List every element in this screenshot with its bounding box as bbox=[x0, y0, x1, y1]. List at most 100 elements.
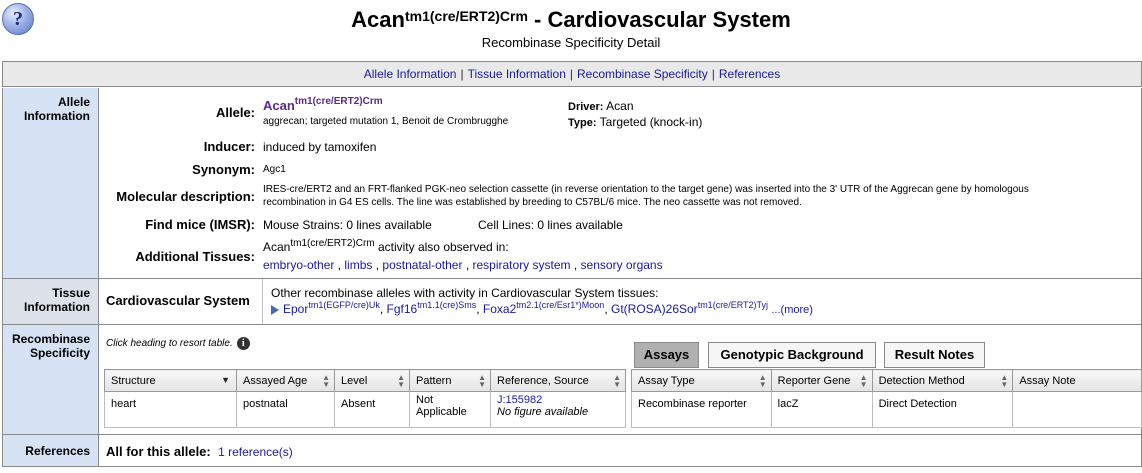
other-allele-fgf16[interactable]: Fgf16tm1.1(cre)Sms bbox=[387, 300, 477, 316]
allele-section-label: Allele Information bbox=[3, 88, 99, 278]
synonym-label: Synonym: bbox=[192, 162, 255, 177]
allele-value: Acantm1(cre/ERT2)Crm bbox=[263, 96, 383, 113]
type-row: Type: Targeted (knock-in) bbox=[568, 115, 702, 129]
cell-level: Absent bbox=[334, 391, 410, 428]
tab-result-notes[interactable]: Result Notes bbox=[884, 342, 985, 368]
page-subtitle: Recombinase Specificity Detail bbox=[481, 35, 661, 50]
recombinase-section-label: Recombinase Specificity bbox=[3, 325, 99, 434]
col-pattern[interactable]: Pattern ▲ ▼ bbox=[409, 369, 491, 392]
more-link[interactable]: ...(more) bbox=[771, 304, 813, 316]
sort-icon: ▲ ▼ bbox=[478, 373, 486, 389]
sort-icon: ▲ ▼ bbox=[397, 373, 405, 389]
col-assayed-age[interactable]: Assayed Age ▲ ▼ bbox=[236, 369, 335, 392]
col-assay-note[interactable]: Assay Note bbox=[1012, 369, 1142, 392]
col-assay-type[interactable]: Assay Type ▲ ▼ bbox=[631, 369, 772, 392]
nav-tissue-information[interactable]: Tissue Information bbox=[468, 67, 566, 81]
tissue-link-embryo-other[interactable]: embryo-other bbox=[263, 258, 334, 272]
inducer-value: induced by tamoxifen bbox=[263, 140, 377, 154]
cell-pattern: Not Applicable bbox=[409, 391, 491, 428]
cell-reference: J:155982 No figure available bbox=[490, 391, 626, 428]
col-level[interactable]: Level ▲ ▼ bbox=[334, 369, 410, 392]
nav-recombinase-specificity[interactable]: Recombinase Specificity bbox=[577, 67, 708, 81]
tissue-link-sensory-organs[interactable]: sensory organs bbox=[581, 258, 663, 272]
driver-row: Driver: Acan bbox=[568, 99, 634, 113]
molecular-description-label: Molecular description: bbox=[116, 189, 255, 204]
other-allele-epor[interactable]: Eportm1(EGFP/cre)Uk bbox=[283, 300, 380, 316]
tab-genotypic-background[interactable]: Genotypic Background bbox=[708, 342, 876, 368]
synonym-value: Agc1 bbox=[263, 164, 286, 175]
cell-detection-method: Direct Detection bbox=[871, 391, 1014, 428]
driver-value: Acan bbox=[606, 99, 634, 113]
allele-symbol[interactable]: Acantm1(cre/ERT2)Crm bbox=[263, 96, 383, 113]
find-mice-label: Find mice (IMSR): bbox=[145, 217, 255, 232]
mouse-strains[interactable]: Mouse Strains: 0 lines available bbox=[263, 218, 432, 232]
col-detection-method[interactable]: Detection Method ▲ ▼ bbox=[871, 369, 1014, 392]
tissue-section: Tissue Information Cardiovascular System… bbox=[2, 279, 1142, 325]
table-header-row: Structure ▼ Assayed Age ▲ ▼ Level ▲ ▼ Pattern… bbox=[104, 369, 626, 392]
cell-reporter-gene: lacZ bbox=[770, 391, 873, 428]
references-row: All for this allele: 1 reference(s) bbox=[106, 444, 293, 459]
sort-icon: ▲ ▼ bbox=[1000, 373, 1009, 389]
molecular-description-line2: recombination in G4 ES cells. The line w… bbox=[263, 197, 802, 208]
sort-icon: ▲ ▼ bbox=[613, 373, 621, 389]
cell-structure: heart bbox=[104, 391, 237, 428]
col-reference-source[interactable]: Reference, Source ▲ ▼ bbox=[490, 369, 626, 392]
other-alleles-text: Other recombinase alleles with activity … bbox=[271, 286, 659, 300]
additional-tissues-list: embryo-other , limbs , postnatal-other ,… bbox=[263, 258, 663, 272]
references-link[interactable]: 1 reference(s) bbox=[218, 445, 293, 459]
additional-tissues-superscript: tm1(cre/ERT2)Crm bbox=[290, 238, 375, 249]
additional-tissues-symbol: Acan bbox=[263, 240, 291, 254]
cell-assay-note bbox=[1012, 391, 1142, 428]
allele-symbol-text: Acan bbox=[263, 98, 295, 113]
sort-icon: ▲ ▼ bbox=[322, 373, 330, 389]
tab-assays[interactable]: Assays bbox=[634, 342, 699, 368]
allele-section: Allele Information Allele: Acantm1(cre/E… bbox=[2, 88, 1142, 279]
tissue-link-respiratory-system[interactable]: respiratory system bbox=[473, 258, 571, 272]
title-system: - Cardiovascular System bbox=[527, 7, 791, 32]
other-allele-gtrosa26sor[interactable]: Gt(ROSA)26Sortm1(cre/ERT2)Tyj bbox=[611, 300, 768, 316]
col-structure[interactable]: Structure ▼ bbox=[104, 369, 237, 392]
nav-separator: | bbox=[711, 67, 715, 81]
allele-section-body: Allele: Acantm1(cre/ERT2)Crm aggrecan; t… bbox=[100, 88, 1141, 278]
allele-label: Allele: bbox=[215, 105, 255, 120]
tissue-link-postnatal-other[interactable]: postnatal-other bbox=[382, 258, 462, 272]
resort-hint: Click heading to resort table. i bbox=[106, 337, 250, 350]
cell-assayed-age: postnatal bbox=[236, 391, 335, 428]
other-alleles-list: Eportm1(EGFP/cre)Uk, Fgf16tm1.1(cre)Sms,… bbox=[271, 300, 813, 316]
inducer-label: Inducer: bbox=[203, 139, 255, 154]
reference-link[interactable]: J:155982 bbox=[497, 394, 542, 406]
references-section-label: References bbox=[3, 435, 99, 466]
type-label: Type: bbox=[568, 117, 597, 129]
cell-assay-type: Recombinase reporter bbox=[631, 391, 772, 428]
allele-superscript: tm1(cre/ERT2)Crm bbox=[294, 96, 383, 107]
references-all-label: All for this allele: bbox=[106, 444, 211, 459]
other-allele-foxa2[interactable]: Foxa2tm2.1(cre/Esr1*)Moon bbox=[483, 300, 604, 316]
table-row: Recombinase reporter lacZ Direct Detecti… bbox=[631, 391, 1142, 428]
tissue-section-body: Cardiovascular System Other recombinase … bbox=[100, 279, 1141, 324]
tissue-link-limbs[interactable]: limbs bbox=[344, 258, 372, 272]
additional-tissues-intro: Acantm1(cre/ERT2)Crm activity also obser… bbox=[263, 238, 509, 254]
play-icon[interactable] bbox=[271, 304, 279, 315]
nav-separator: | bbox=[460, 67, 464, 81]
type-value: Targeted (knock-in) bbox=[599, 115, 703, 129]
nav-allele-information[interactable]: Allele Information bbox=[364, 67, 457, 81]
col-reporter-gene[interactable]: Reporter Gene ▲ ▼ bbox=[770, 369, 873, 392]
references-section: References All for this allele: 1 refere… bbox=[2, 435, 1142, 467]
info-icon[interactable]: i bbox=[236, 337, 250, 350]
cell-lines[interactable]: Cell Lines: 0 lines available bbox=[478, 218, 623, 232]
table-row: heart postnatal Absent Not Applicable J:… bbox=[104, 391, 626, 428]
sort-desc-icon: ▼ bbox=[221, 375, 230, 385]
page-title: Acantm1(cre/ERT2)Crm - Cardiovascular Sy… bbox=[0, 6, 1142, 34]
tissue-system-name: Cardiovascular System bbox=[100, 279, 263, 324]
title-symbol: Acan bbox=[351, 7, 405, 32]
assay-table-right: Assay Type ▲ ▼ Reporter Gene ▲ ▼ Detection M… bbox=[631, 369, 1142, 428]
table-header-row: Assay Type ▲ ▼ Reporter Gene ▲ ▼ Detection M… bbox=[631, 369, 1142, 392]
figure-note: No figure available bbox=[497, 406, 589, 418]
driver-label: Driver: bbox=[568, 101, 604, 113]
sort-icon: ▲ ▼ bbox=[859, 373, 868, 389]
allele-name: aggrecan; targeted mutation 1, Benoit de… bbox=[263, 116, 509, 127]
title-superscript: tm1(cre/ERT2)Crm bbox=[404, 8, 528, 24]
references-section-body: All for this allele: 1 reference(s) bbox=[100, 435, 1141, 466]
section-nav: Allele Information | Tissue Information | Re… bbox=[2, 61, 1142, 87]
nav-references[interactable]: References bbox=[719, 67, 780, 81]
